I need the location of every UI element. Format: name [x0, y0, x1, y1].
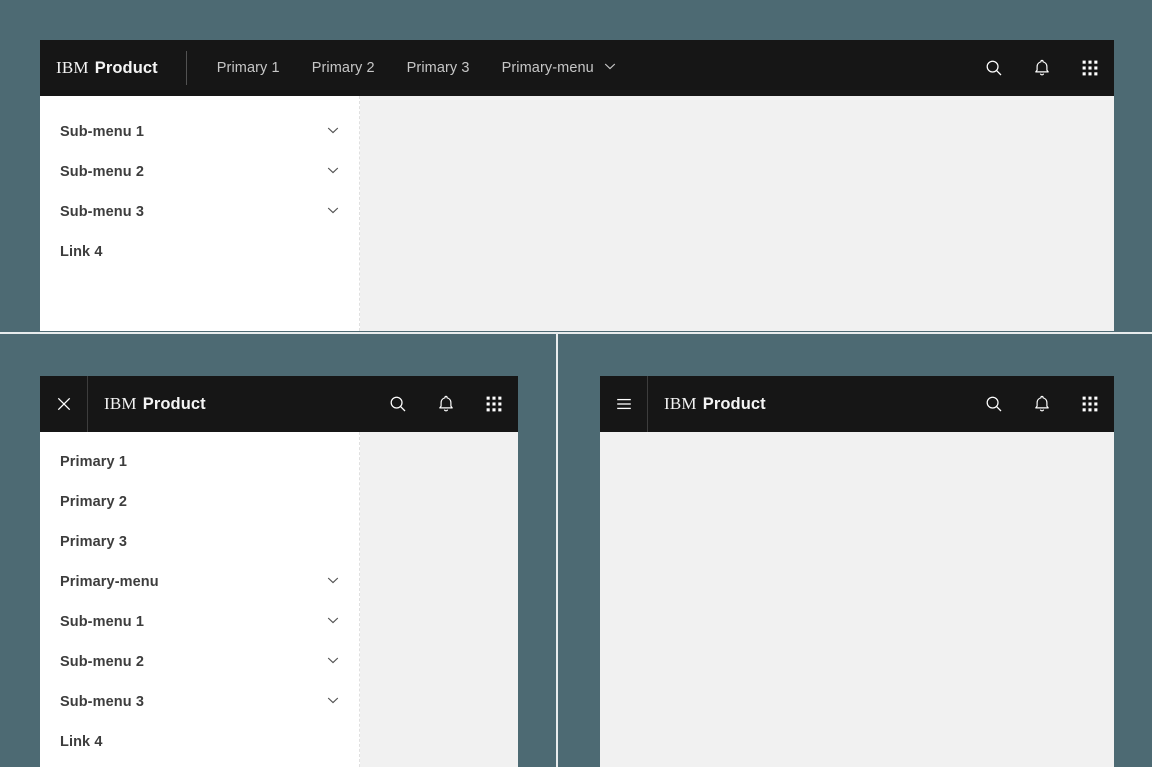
close-icon — [54, 394, 74, 414]
nav-link-primary-menu[interactable]: Primary-menu — [486, 40, 634, 96]
search-icon — [388, 394, 408, 414]
mobile-closed-header-actions — [970, 376, 1114, 432]
brand-product-text: Product — [703, 395, 766, 414]
brand-product-text: Product — [143, 395, 206, 414]
app-switcher-button[interactable] — [1066, 40, 1114, 96]
nav-link-primary-menu-label: Primary-menu — [502, 60, 594, 76]
app-switcher-button[interactable] — [1066, 376, 1114, 432]
mobile-closed-header: IBM Product — [600, 376, 1114, 432]
desktop-content-area — [360, 96, 1114, 331]
desktop-header: IBM Product Primary 1 Primary 2 Primary … — [40, 40, 1114, 96]
brand-ibm-text: IBM — [56, 58, 89, 78]
chevron-down-icon — [325, 652, 341, 672]
notification-bell-icon — [1032, 394, 1052, 414]
desktop-shell-panel: IBM Product Primary 1 Primary 2 Primary … — [40, 40, 1114, 331]
sidenav-item-primary-3[interactable]: Primary 3 — [40, 522, 359, 562]
app-switcher-icon — [484, 394, 504, 414]
sidenav-item-sub-menu-1-label: Sub-menu 1 — [60, 614, 144, 630]
brand-product-text: Product — [95, 59, 158, 78]
app-switcher-button[interactable] — [470, 376, 518, 432]
mobile-open-shell-panel: IBM Product — [40, 376, 518, 767]
sidenav-item-sub-menu-3[interactable]: Sub-menu 3 — [40, 682, 359, 722]
chevron-down-icon — [325, 692, 341, 712]
notifications-button[interactable] — [422, 376, 470, 432]
sidenav-item-link-4[interactable]: Link 4 — [40, 722, 359, 762]
mobile-closed-content-area — [600, 432, 1114, 767]
mobile-open-header-actions — [374, 376, 518, 432]
notifications-button[interactable] — [1018, 376, 1066, 432]
screenshot-stage: IBM Product Primary 1 Primary 2 Primary … — [0, 0, 1152, 767]
header-spacer — [782, 376, 970, 432]
sidenav-item-sub-menu-1[interactable]: Sub-menu 1 — [40, 602, 359, 642]
nav-link-primary-1[interactable]: Primary 1 — [201, 40, 296, 96]
sidenav-item-sub-menu-2-label: Sub-menu 2 — [60, 164, 144, 180]
desktop-header-actions — [970, 40, 1114, 96]
sidenav-item-primary-menu[interactable]: Primary-menu — [40, 562, 359, 602]
vertical-seam-divider — [556, 334, 558, 767]
nav-link-primary-1-label: Primary 1 — [217, 60, 280, 76]
primary-navigation: Primary 1 Primary 2 Primary 3 Primary-me… — [201, 40, 634, 96]
horizontal-seam-divider — [0, 332, 1152, 334]
app-switcher-icon — [1080, 394, 1100, 414]
search-button[interactable] — [970, 376, 1018, 432]
sidenav-item-link-4[interactable]: Link 4 — [40, 232, 359, 272]
sidenav-item-sub-menu-2-label: Sub-menu 2 — [60, 654, 144, 670]
search-icon — [984, 394, 1004, 414]
brand-logo[interactable]: IBM Product — [88, 376, 222, 432]
chevron-down-icon — [325, 122, 341, 142]
close-menu-button[interactable] — [40, 376, 88, 432]
sidenav-item-link-4-label: Link 4 — [60, 734, 103, 750]
sidenav-item-primary-1[interactable]: Primary 1 — [40, 442, 359, 482]
mobile-closed-shell-panel: IBM Product — [600, 376, 1114, 767]
sidenav-item-primary-3-label: Primary 3 — [60, 534, 127, 550]
sidenav-item-primary-1-label: Primary 1 — [60, 454, 127, 470]
hamburger-menu-icon — [614, 394, 634, 414]
header-spacer — [634, 40, 970, 96]
app-switcher-icon — [1080, 58, 1100, 78]
open-menu-button[interactable] — [600, 376, 648, 432]
sidenav-item-sub-menu-1[interactable]: Sub-menu 1 — [40, 112, 359, 152]
sidenav-item-sub-menu-1-label: Sub-menu 1 — [60, 124, 144, 140]
search-icon — [984, 58, 1004, 78]
notifications-button[interactable] — [1018, 40, 1066, 96]
search-button[interactable] — [970, 40, 1018, 96]
sidenav-item-sub-menu-3-label: Sub-menu 3 — [60, 204, 144, 220]
sidenav-item-sub-menu-3[interactable]: Sub-menu 3 — [40, 192, 359, 232]
mobile-open-side-navigation: Primary 1 Primary 2 Primary 3 Primary-me… — [40, 432, 360, 767]
sidenav-item-sub-menu-3-label: Sub-menu 3 — [60, 694, 144, 710]
brand-logo[interactable]: IBM Product — [648, 376, 782, 432]
mobile-open-content-area — [360, 432, 518, 767]
header-spacer — [222, 376, 374, 432]
brand-separator — [186, 51, 187, 85]
chevron-down-icon — [602, 58, 618, 78]
brand-ibm-text: IBM — [104, 394, 137, 414]
nav-link-primary-3[interactable]: Primary 3 — [391, 40, 486, 96]
brand-ibm-text: IBM — [664, 394, 697, 414]
chevron-down-icon — [325, 202, 341, 222]
nav-link-primary-2[interactable]: Primary 2 — [296, 40, 391, 96]
sidenav-item-primary-2-label: Primary 2 — [60, 494, 127, 510]
brand-logo[interactable]: IBM Product — [40, 40, 174, 96]
nav-link-primary-3-label: Primary 3 — [407, 60, 470, 76]
notification-bell-icon — [1032, 58, 1052, 78]
sidenav-item-primary-2[interactable]: Primary 2 — [40, 482, 359, 522]
desktop-side-navigation: Sub-menu 1 Sub-menu 2 Sub-menu 3 — [40, 96, 360, 331]
sidenav-item-link-4-label: Link 4 — [60, 244, 103, 260]
chevron-down-icon — [325, 612, 341, 632]
search-button[interactable] — [374, 376, 422, 432]
notification-bell-icon — [436, 394, 456, 414]
sidenav-item-sub-menu-2[interactable]: Sub-menu 2 — [40, 642, 359, 682]
sidenav-item-primary-menu-label: Primary-menu — [60, 574, 159, 590]
chevron-down-icon — [325, 572, 341, 592]
nav-link-primary-2-label: Primary 2 — [312, 60, 375, 76]
chevron-down-icon — [325, 162, 341, 182]
mobile-open-header: IBM Product — [40, 376, 518, 432]
sidenav-item-sub-menu-2[interactable]: Sub-menu 2 — [40, 152, 359, 192]
